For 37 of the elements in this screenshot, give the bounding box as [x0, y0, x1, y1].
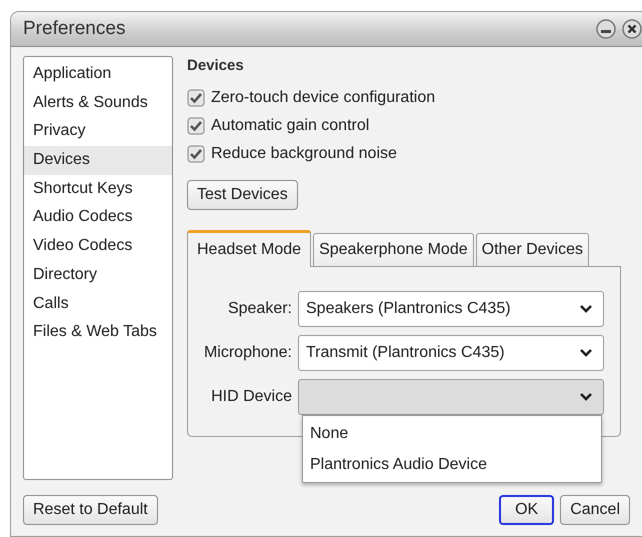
checkbox[interactable] [187, 89, 205, 107]
chevron-down-icon [579, 304, 593, 314]
sidebar-item[interactable]: Video Codecs [24, 232, 172, 261]
sidebar-item[interactable]: Audio Codecs [24, 203, 172, 232]
field-label: Speaker: [228, 300, 292, 318]
checkbox-label: Automatic gain control [211, 117, 370, 135]
tab[interactable]: Headset Mode [187, 230, 312, 267]
tab[interactable]: Speakerphone Mode [313, 233, 474, 266]
dropdown-field[interactable]: Transmit (Plantronics C435) [298, 335, 604, 371]
sidebar-item[interactable]: Devices [24, 146, 172, 175]
dialog-button[interactable]: OK [499, 495, 554, 525]
window-title: Preferences [23, 18, 126, 40]
chevron-down-icon [579, 392, 593, 402]
checkbox-label: Zero-touch device configuration [211, 89, 436, 107]
minimize-icon[interactable] [596, 19, 616, 39]
dialog-button[interactable]: Reset to Default [23, 495, 158, 525]
sidebar-item[interactable]: Alerts & Sounds [24, 88, 172, 118]
dropdown-field[interactable]: Speakers (Plantronics C435) [298, 291, 604, 327]
checkbox-label: Reduce background noise [211, 145, 397, 163]
dialog-button[interactable]: Cancel [560, 495, 630, 525]
section-heading: Devices [187, 57, 244, 74]
sidebar-item[interactable]: Calls [24, 290, 172, 318]
sidebar-item[interactable]: Privacy [24, 117, 172, 146]
field-label: HID Device [211, 388, 292, 406]
chevron-down-icon [579, 348, 593, 358]
sidebar-item[interactable]: Files & Web Tabs [24, 318, 172, 347]
dropdown-option[interactable]: None [303, 418, 601, 449]
sidebar-item[interactable]: Application [24, 60, 172, 89]
tab[interactable]: Other Devices [476, 233, 589, 266]
sidebar-item[interactable]: Directory [24, 260, 172, 290]
checkbox[interactable] [187, 145, 205, 163]
sidebar-item[interactable]: Shortcut Keys [24, 174, 172, 204]
close-icon[interactable] [622, 19, 642, 39]
checkbox[interactable] [187, 117, 205, 135]
dropdown-option[interactable]: Plantronics Audio Device [303, 449, 601, 480]
field-label: Microphone: [204, 344, 292, 362]
test-devices-button[interactable]: Test Devices [187, 180, 298, 210]
